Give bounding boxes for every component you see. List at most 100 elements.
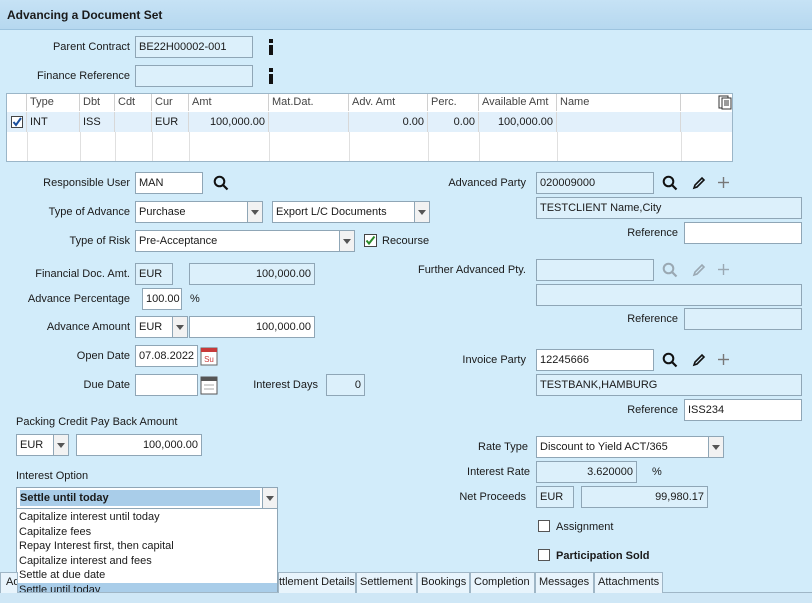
advanced-party-field[interactable]: 020009000 — [536, 172, 654, 194]
column-header-available-amt[interactable]: Available Amt — [479, 94, 557, 111]
column-header-name[interactable]: Name — [557, 94, 681, 111]
tab-messages[interactable]: Messages — [535, 572, 594, 593]
interest-days-field[interactable]: 0 — [326, 374, 365, 396]
interest-rate-unit: % — [652, 466, 662, 478]
packing-credit-amount-field[interactable]: 100,000.00 — [76, 434, 202, 456]
packing-credit-currency-value: EUR — [20, 439, 44, 451]
tab-settlement-details[interactable]: ttlement Details — [278, 572, 356, 593]
tab-bookings[interactable]: Bookings — [417, 572, 470, 593]
chevron-down-icon[interactable] — [53, 435, 68, 455]
responsible-user-field[interactable]: MAN — [135, 172, 203, 194]
calendar-icon[interactable]: Su — [200, 346, 218, 366]
info-icon[interactable] — [268, 39, 274, 55]
parent-contract-field[interactable]: BE22H00002-001 — [135, 36, 253, 58]
column-header-cur[interactable]: Cur — [152, 94, 189, 111]
tab-completion[interactable]: Completion — [470, 572, 535, 593]
chevron-down-icon[interactable] — [339, 231, 354, 251]
column-header-dbt[interactable]: Dbt — [80, 94, 115, 111]
interest-option-value: Settle until today — [20, 490, 260, 506]
info-icon[interactable] — [268, 68, 274, 84]
column-header-type[interactable]: Type — [27, 94, 80, 111]
advance-amount-currency-select[interactable]: EUR — [135, 316, 188, 338]
invoice-party-reference-field[interactable]: ISS234 — [684, 399, 802, 421]
open-date-field[interactable]: 07.08.2022 — [135, 345, 198, 367]
type-of-advance-select[interactable]: Purchase — [135, 201, 263, 223]
chevron-down-icon[interactable] — [172, 317, 187, 337]
advanced-party-reference-field[interactable] — [684, 222, 802, 244]
cell-cur: EUR — [152, 112, 189, 132]
assignment-label: Assignment — [556, 521, 614, 533]
financial-doc-currency-field[interactable]: EUR — [135, 263, 173, 285]
column-header-mat-dat[interactable]: Mat.Dat. — [269, 94, 349, 111]
interest-rate-label: Interest Rate — [467, 466, 530, 478]
invoice-party-name-field[interactable]: TESTBANK,HAMBURG — [536, 374, 802, 396]
recourse-checkbox[interactable] — [364, 234, 377, 247]
packing-credit-label: Packing Credit Pay Back Amount — [16, 416, 178, 428]
interest-option-select[interactable]: Settle until today — [16, 487, 278, 509]
interest-rate-field[interactable]: 3.620000 — [536, 461, 637, 483]
participation-sold-checkbox[interactable] — [538, 549, 550, 561]
title-bar: Advancing a Document Set — [0, 0, 812, 30]
advance-amount-currency-value: EUR — [139, 321, 163, 333]
tab-attachments[interactable]: Attachments — [594, 572, 663, 593]
tab-settlement[interactable]: Settlement — [356, 572, 417, 593]
further-advanced-party-reference-field[interactable] — [684, 308, 802, 330]
invoice-party-label: Invoice Party — [462, 354, 526, 366]
plus-icon[interactable] — [717, 176, 730, 189]
chevron-down-icon[interactable] — [708, 437, 723, 457]
magnifier-icon[interactable] — [662, 352, 678, 368]
packing-credit-currency-select[interactable]: EUR — [16, 434, 69, 456]
cell-cdt — [115, 112, 152, 132]
type-of-risk-select[interactable]: Pre-Acceptance — [135, 230, 355, 252]
rate-type-select[interactable]: Discount to Yield ACT/365 — [536, 436, 724, 458]
tab-advance[interactable]: Ad — [0, 572, 18, 593]
interest-days-label: Interest Days — [253, 379, 318, 391]
interest-option-item[interactable]: Repay Interest first, then capital — [17, 539, 277, 554]
chevron-down-icon[interactable] — [414, 202, 429, 222]
finance-reference-field[interactable] — [135, 65, 253, 87]
net-proceeds-currency-field[interactable]: EUR — [536, 486, 574, 508]
net-proceeds-amount-field[interactable]: 99,980.17 — [581, 486, 708, 508]
column-header-cdt[interactable]: Cdt — [115, 94, 152, 111]
cell-adv-amt: 0.00 — [349, 112, 428, 132]
due-date-field[interactable] — [135, 374, 198, 396]
further-advanced-party-name-field[interactable] — [536, 284, 802, 306]
document-icon[interactable] — [718, 95, 732, 110]
interest-option-dropdown-list: Capitalize interest until today Capitali… — [16, 508, 278, 597]
further-advanced-party-label: Further Advanced Pty. — [417, 264, 526, 276]
interest-option-item[interactable]: Settle at due date — [17, 568, 277, 583]
advance-amount-field[interactable]: 100,000.00 — [189, 316, 315, 338]
interest-option-item[interactable]: Capitalize interest until today — [17, 510, 277, 525]
column-header-perc[interactable]: Perc. — [428, 94, 479, 111]
advance-amount-label: Advance Amount — [46, 321, 130, 333]
advanced-party-name-field[interactable]: TESTCLIENT Name,City — [536, 197, 802, 219]
net-proceeds-label: Net Proceeds — [459, 491, 526, 503]
interest-option-item[interactable]: Capitalize fees — [17, 525, 277, 540]
row-checkbox[interactable] — [11, 116, 23, 128]
recourse-label: Recourse — [382, 235, 430, 247]
cell-type: INT — [27, 112, 80, 132]
further-advanced-party-field[interactable] — [536, 259, 654, 281]
pencil-icon[interactable] — [692, 353, 706, 367]
column-header-select — [7, 94, 27, 111]
column-header-adv-amt[interactable]: Adv. Amt — [349, 94, 428, 111]
magnifier-icon[interactable] — [662, 175, 678, 191]
interest-option-item[interactable]: Capitalize interest and fees — [17, 554, 277, 569]
advance-percentage-field[interactable]: 100.00 — [142, 288, 182, 310]
magnifier-icon — [662, 262, 678, 278]
chevron-down-icon[interactable] — [247, 202, 262, 222]
financial-doc-amount-field[interactable]: 100,000.00 — [189, 263, 315, 285]
interest-option-label: Interest Option — [16, 470, 89, 482]
plus-icon[interactable] — [717, 353, 730, 366]
assignment-checkbox[interactable] — [538, 520, 550, 532]
invoice-party-field[interactable]: 12245666 — [536, 349, 654, 371]
row-select-cell[interactable] — [7, 112, 27, 132]
financial-doc-amt-label: Financial Doc. Amt. — [35, 268, 130, 280]
chevron-down-icon[interactable] — [262, 488, 277, 508]
invoice-party-reference-label: Reference — [627, 404, 678, 416]
column-header-amt[interactable]: Amt — [189, 94, 269, 111]
pencil-icon[interactable] — [692, 176, 706, 190]
magnifier-icon[interactable] — [213, 175, 229, 191]
calendar-icon[interactable] — [200, 375, 218, 395]
advance-document-select[interactable]: Export L/C Documents — [272, 201, 430, 223]
